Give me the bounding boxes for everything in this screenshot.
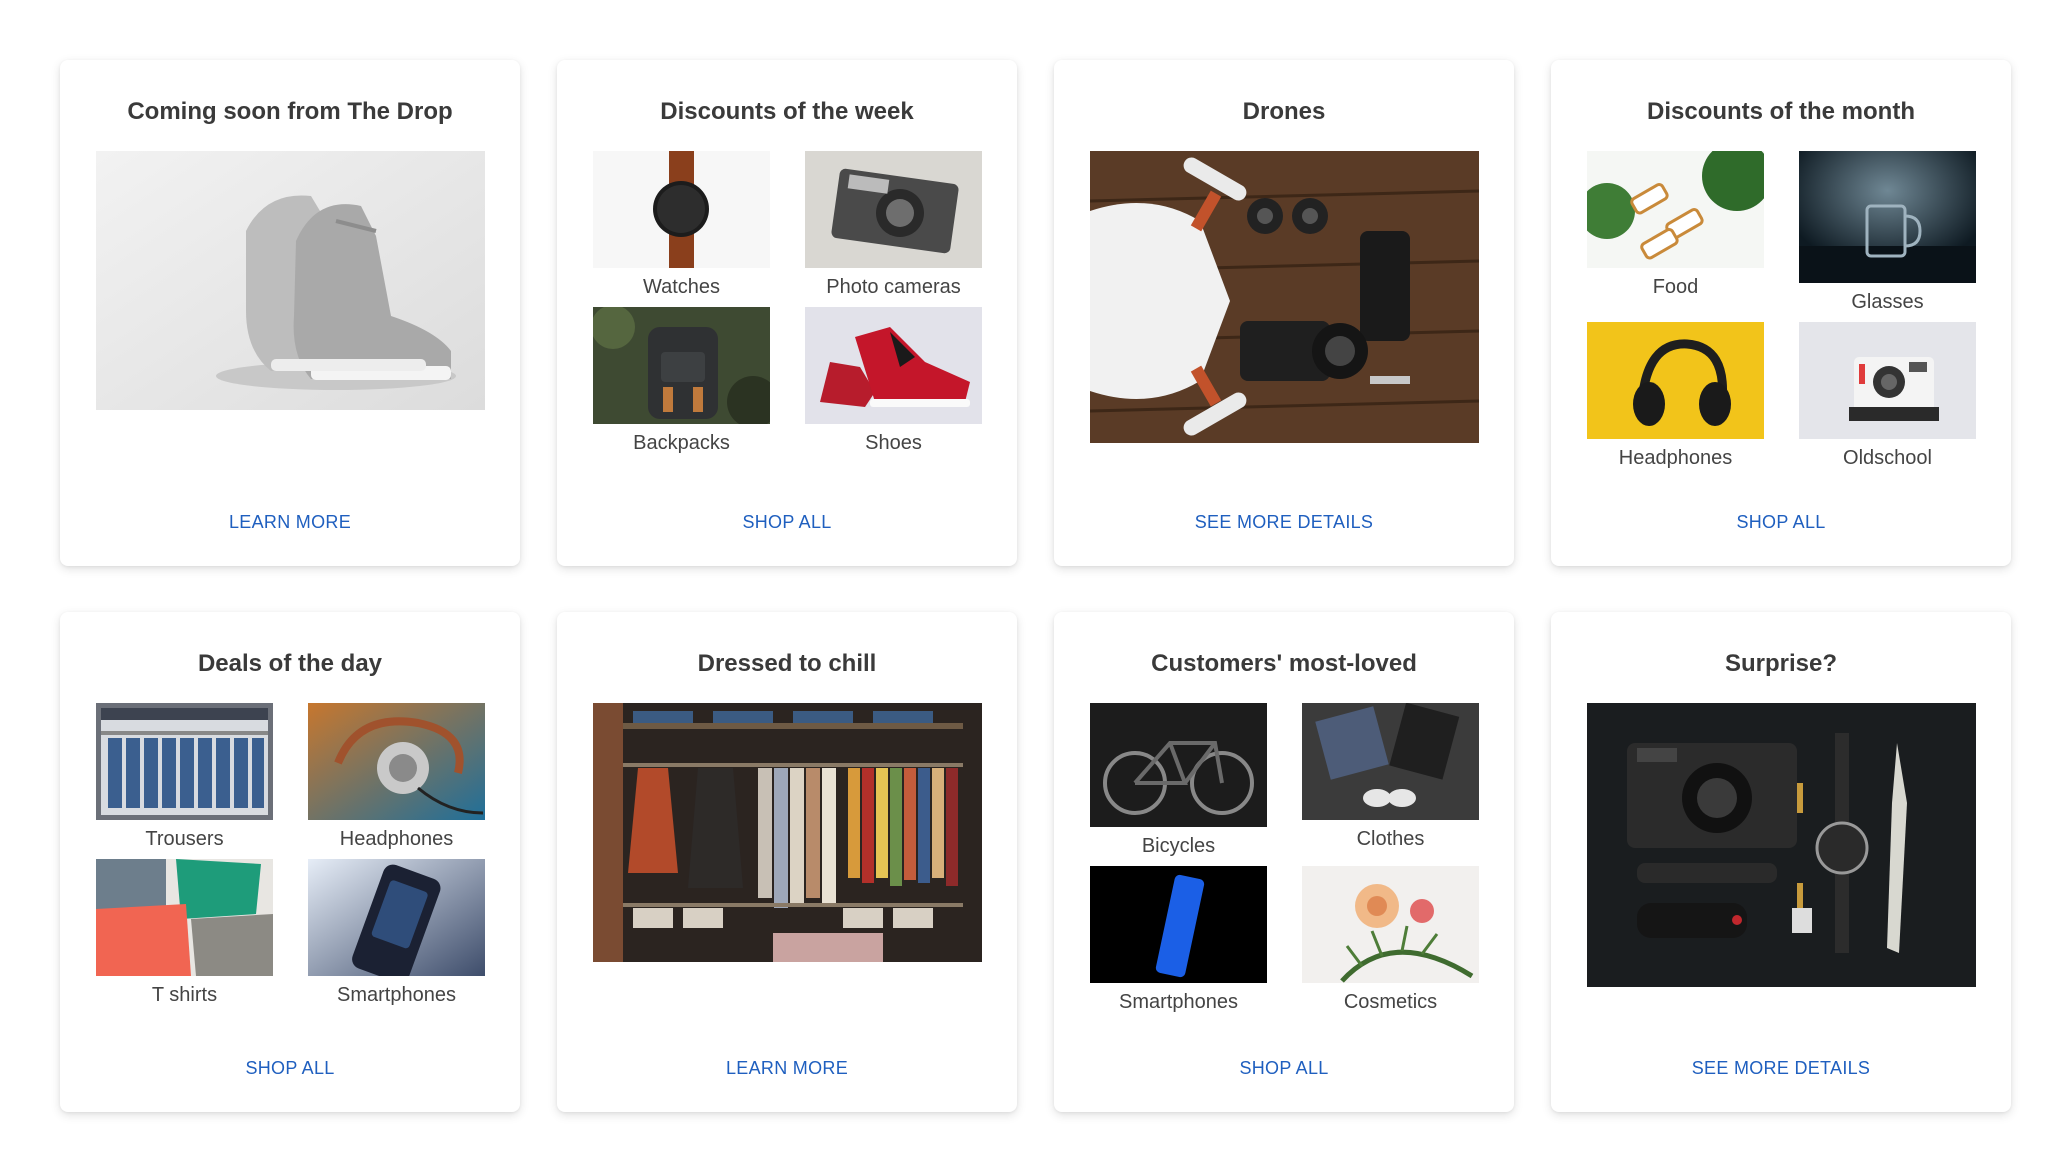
jeans-shelf-icon — [96, 703, 273, 820]
card-title: Surprise? — [1724, 650, 1838, 677]
card-title: Drones — [1242, 98, 1326, 125]
category-label: Backpacks — [633, 432, 730, 454]
watch-icon — [593, 151, 770, 268]
category-label: Trousers — [145, 828, 224, 850]
category-label: Oldschool — [1843, 447, 1932, 469]
see-more-details-link[interactable]: SEE MORE DETAILS — [1551, 1058, 2011, 1079]
card-dressed-to-chill: Dressed to chill LEARN MORE — [557, 612, 1017, 1112]
card-deals-of-day: Deals of the day Trousers Headphones T s… — [60, 612, 520, 1112]
card-title: Discounts of the week — [660, 98, 914, 125]
glass-mug-icon — [1799, 151, 1976, 283]
category-headphones[interactable]: Headphones — [308, 703, 485, 851]
headphones-icon — [1587, 322, 1764, 439]
card-customers-most-loved: Customers' most-loved Bicycles Clothes S… — [1054, 612, 1514, 1112]
card-title: Discounts of the month — [1647, 98, 1915, 125]
card-drones: Drones SEE MORE DETAILS — [1054, 60, 1514, 566]
smartphone-icon — [1090, 866, 1267, 983]
learn-more-link[interactable]: LEARN MORE — [557, 1058, 1017, 1079]
category-watches[interactable]: Watches — [593, 151, 770, 299]
category-backpacks[interactable]: Backpacks — [593, 307, 770, 455]
card-surprise: Surprise? SEE MORE DETAILS — [1551, 612, 2011, 1112]
category-label: Food — [1652, 276, 1699, 298]
smartphone-icon — [308, 859, 485, 976]
category-food[interactable]: Food — [1587, 151, 1764, 299]
bicycle-icon — [1090, 703, 1267, 827]
card-title: Coming soon from The Drop — [127, 98, 453, 125]
category-smartphones[interactable]: Smartphones — [1090, 866, 1267, 1014]
everyday-carry-image[interactable] — [1587, 703, 1976, 987]
category-label: Headphones — [1618, 447, 1733, 469]
see-more-details-link[interactable]: SEE MORE DETAILS — [1054, 512, 1514, 533]
card-title: Customers' most-loved — [1151, 650, 1417, 677]
category-label: Watches — [642, 276, 721, 298]
wardrobe-image[interactable] — [593, 703, 982, 962]
backpack-icon — [593, 307, 770, 424]
category-label: Bicycles — [1141, 835, 1216, 857]
card-title: Dressed to chill — [697, 650, 877, 677]
category-label: Smartphones — [337, 984, 456, 1006]
drone-flatlay-image[interactable] — [1090, 151, 1479, 443]
card-discounts-week: Discounts of the week Watches Photo came… — [557, 60, 1017, 566]
category-label: Smartphones — [1119, 991, 1238, 1013]
camera-icon — [805, 151, 982, 268]
category-label: Shoes — [865, 432, 922, 454]
clothes-icon — [1302, 703, 1479, 820]
category-headphones[interactable]: Headphones — [1587, 322, 1764, 470]
category-label: Clothes — [1356, 828, 1425, 850]
category-oldschool[interactable]: Oldschool — [1799, 322, 1976, 470]
category-trousers[interactable]: Trousers — [96, 703, 273, 851]
food-icon — [1587, 151, 1764, 268]
headphones-icon — [308, 703, 485, 820]
category-cosmetics[interactable]: Cosmetics — [1302, 866, 1479, 1014]
shop-all-link[interactable]: SHOP ALL — [1054, 1058, 1514, 1079]
sneakers-image[interactable] — [96, 151, 485, 410]
card-title: Deals of the day — [197, 650, 383, 677]
shop-all-link[interactable]: SHOP ALL — [60, 1058, 520, 1079]
polo-shirts-icon — [96, 859, 273, 976]
category-bicycles[interactable]: Bicycles — [1090, 703, 1267, 858]
category-label: Cosmetics — [1343, 991, 1438, 1013]
learn-more-link[interactable]: LEARN MORE — [60, 512, 520, 533]
cosmetics-icon — [1302, 866, 1479, 983]
shop-all-link[interactable]: SHOP ALL — [557, 512, 1017, 533]
card-discounts-month: Discounts of the month Food Glasses Head… — [1551, 60, 2011, 566]
category-label: Photo cameras — [826, 276, 961, 298]
sneaker-icon — [805, 307, 982, 424]
shop-all-link[interactable]: SHOP ALL — [1551, 512, 2011, 533]
card-coming-soon: Coming soon from The Drop LEARN MORE — [60, 60, 520, 566]
category-label: Headphones — [339, 828, 454, 850]
instant-camera-icon — [1799, 322, 1976, 439]
category-label: T shirts — [151, 984, 218, 1006]
category-smartphones[interactable]: Smartphones — [308, 859, 485, 1007]
category-photo-cameras[interactable]: Photo cameras — [805, 151, 982, 299]
category-shoes[interactable]: Shoes — [805, 307, 982, 455]
category-glasses[interactable]: Glasses — [1799, 151, 1976, 314]
category-t-shirts[interactable]: T shirts — [96, 859, 273, 1007]
category-clothes[interactable]: Clothes — [1302, 703, 1479, 851]
category-label: Glasses — [1851, 291, 1924, 313]
